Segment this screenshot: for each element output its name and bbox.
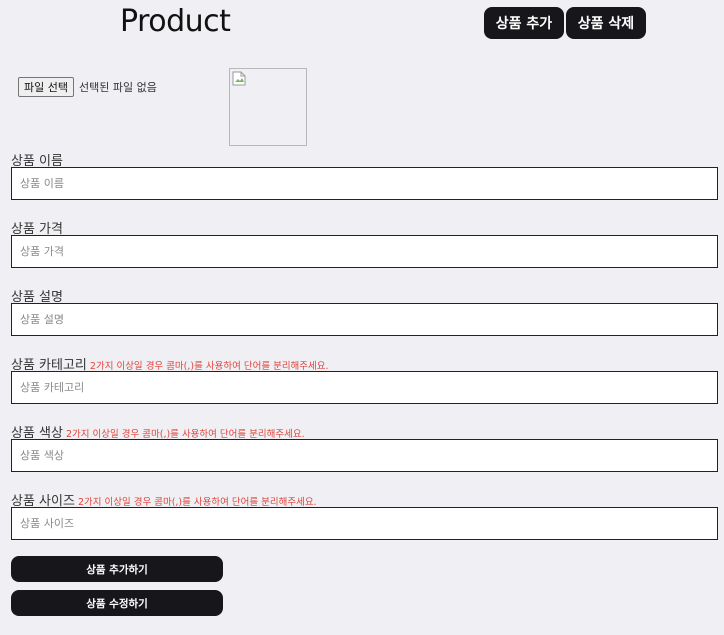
file-select-button[interactable]: 파일 선택 <box>18 77 74 97</box>
submit-add-product-button[interactable]: 상품 추가하기 <box>11 556 223 582</box>
submit-edit-product-button[interactable]: 상품 수정하기 <box>11 590 223 616</box>
image-preview <box>229 68 307 146</box>
page-title: Product <box>120 4 231 39</box>
delete-product-button[interactable]: 상품 삭제 <box>566 7 646 39</box>
product-category-input[interactable] <box>11 371 718 404</box>
file-upload: 파일 선택 선택된 파일 없음 <box>18 77 157 97</box>
product-name-input[interactable] <box>11 167 718 200</box>
broken-image-icon <box>232 71 246 86</box>
product-size-input[interactable] <box>11 507 718 540</box>
product-price-input[interactable] <box>11 235 718 268</box>
product-description-input[interactable] <box>11 303 718 336</box>
file-status-text: 선택된 파일 없음 <box>78 81 157 94</box>
product-color-input[interactable] <box>11 439 718 472</box>
add-product-button[interactable]: 상품 추가 <box>484 7 564 39</box>
